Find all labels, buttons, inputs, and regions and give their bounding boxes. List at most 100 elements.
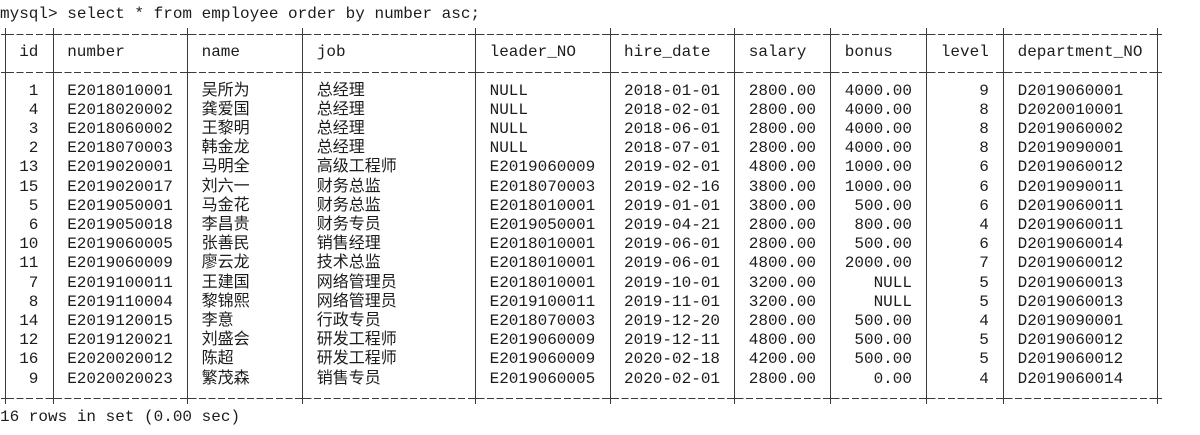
cell-bonus: 500.00 (854, 350, 912, 369)
cell-job: 技术总监 (316, 254, 381, 273)
cell-salary: 2800.00 (748, 235, 817, 254)
cell-salary: 2800.00 (748, 120, 817, 138)
cell-job: 网络管理员 (316, 273, 397, 292)
cell-job: 财务专员 (316, 216, 381, 234)
cell-bonus: 1000.00 (844, 177, 913, 196)
cell-level: 8 (979, 100, 989, 119)
cell-salary: 4800.00 (748, 254, 817, 273)
cell-leader-no: E2018010001 (489, 235, 596, 254)
column-header-bonus: bonus (844, 43, 893, 62)
cell-id: 4 (28, 100, 39, 119)
cell-salary: 2800.00 (748, 81, 817, 100)
cell-bonus: NULL (873, 273, 912, 292)
cell-number: E2020020012 (67, 350, 173, 369)
cell-department-no: D2019060012 (1017, 254, 1124, 273)
cell-bonus: 500.00 (854, 331, 912, 350)
cell-id: 10 (19, 235, 39, 254)
cell-name: 吴所为 (201, 81, 250, 100)
cell-id: 13 (19, 158, 39, 177)
cell-number: E2019060005 (67, 235, 173, 254)
cell-name: 刘六一 (201, 177, 250, 196)
cell-department-no: D2019060014 (1017, 235, 1124, 254)
cell-job: 研发工程师 (316, 331, 397, 350)
cell-level: 6 (979, 158, 989, 177)
table-row: 5 E2019050001 马金花 财务总监 E2018010001 2019-01-01… (0, 197, 1200, 216)
cell-name: 陈超 (201, 350, 234, 369)
mysql-console-window[interactable]: mysql> select * from employee order by n… (0, 0, 1200, 435)
cell-department-no: D2019060011 (1017, 216, 1124, 234)
cell-number: E2019100011 (67, 273, 173, 292)
cell-name: 繁茂森 (201, 369, 250, 388)
cell-level: 4 (979, 216, 989, 234)
table-row: 2 E2018070003 韩金龙 总经理 NULL 2018-07-01 2800.00 4… (0, 139, 1200, 158)
cell-department-no: D2019090001 (1017, 139, 1124, 158)
cell-bonus: 0.00 (873, 369, 912, 388)
cell-bonus: 4000.00 (844, 120, 913, 138)
cell-leader-no: E2019100011 (489, 292, 596, 311)
column-header-department-no: department_NO (1017, 43, 1143, 62)
cell-salary: 3200.00 (748, 292, 817, 311)
cell-level: 9 (979, 81, 989, 100)
cell-name: 龚爱国 (201, 100, 250, 119)
cell-name: 马金花 (201, 196, 250, 215)
cell-department-no: D2019060013 (1017, 292, 1124, 311)
cell-bonus: 1000.00 (844, 158, 913, 177)
table-separator-line (6, 72, 1155, 73)
cell-hire-date: 2018-01-01 (624, 81, 721, 100)
table-row: 11 E2019060009 廖云龙 技术总监 E2018010001 2019-06-0… (0, 254, 1200, 273)
cell-leader-no: E2018010001 (489, 273, 596, 292)
table-row: 14 E2019120015 李意 行政专员 E2018070003 2019-12-20… (0, 312, 1200, 331)
table-header-row: id number name job leader_NO hire_date salary b… (0, 43, 1200, 62)
cell-salary: 4200.00 (748, 350, 817, 369)
cell-leader-no: E2018010001 (489, 196, 596, 215)
cell-number: E2018020002 (67, 100, 173, 119)
cell-name: 张善民 (201, 235, 250, 254)
cell-hire-date: 2018-07-01 (624, 139, 721, 158)
cell-name: 马明全 (201, 158, 250, 177)
cell-hire-date: 2018-06-01 (624, 120, 721, 138)
cell-job: 销售经理 (316, 235, 381, 254)
cell-bonus: 500.00 (854, 235, 912, 254)
cell-department-no: D2019060012 (1017, 331, 1124, 350)
table-row: 7 E2019100011 王建国 网络管理员 E2018010001 2019-10-0… (0, 274, 1200, 293)
cell-department-no: D2019060011 (1017, 196, 1124, 215)
cell-id: 11 (19, 254, 39, 273)
cell-bonus: 4000.00 (844, 100, 913, 119)
cell-number: E2019120015 (67, 312, 173, 330)
cell-number: E2019020017 (67, 177, 173, 196)
cell-level: 8 (979, 120, 989, 138)
cell-department-no: D2019060012 (1017, 158, 1124, 177)
cell-job: 行政专员 (316, 312, 381, 330)
cell-level: 5 (979, 292, 989, 311)
cell-number: E2020020023 (67, 369, 173, 388)
cell-name: 廖云龙 (201, 254, 250, 273)
cell-department-no: D2019060012 (1017, 350, 1124, 369)
table-row: 13 E2019020001 马明全 高级工程师 E2019060009 2019-02-… (0, 158, 1200, 177)
cell-job: 销售专员 (316, 369, 381, 388)
column-header-salary: salary (748, 43, 807, 62)
cell-id: 15 (19, 177, 39, 196)
cell-id: 5 (28, 196, 39, 215)
cell-name: 李意 (201, 312, 234, 330)
result-summary: 16 rows in set (0.00 sec) (0, 408, 241, 426)
cell-level: 6 (979, 235, 989, 254)
cell-level: 8 (979, 139, 989, 158)
cell-leader-no: E2019050001 (489, 216, 596, 234)
table-row: 1 E2018010001 吴所为 总经理 NULL 2018-01-01 2800.00 4… (0, 82, 1200, 101)
cell-job: 财务总监 (316, 177, 381, 196)
cell-salary: 4800.00 (748, 158, 817, 177)
cell-bonus: 800.00 (854, 216, 912, 234)
cell-leader-no: E2019060009 (489, 350, 596, 369)
column-header-job: job (316, 43, 346, 62)
column-header-level: level (940, 43, 989, 62)
cell-job: 研发工程师 (316, 350, 397, 369)
cell-leader-no: NULL (489, 139, 528, 158)
cell-name: 韩金龙 (201, 139, 250, 158)
cell-salary: 3800.00 (748, 177, 817, 196)
command-line: mysql> select * from employee order by n… (0, 4, 481, 23)
cell-id: 16 (19, 350, 39, 369)
cell-number: E2019120021 (67, 331, 173, 350)
cell-job: 总经理 (316, 139, 365, 158)
cell-number: E2019060009 (67, 254, 173, 273)
cell-id: 1 (28, 81, 39, 100)
